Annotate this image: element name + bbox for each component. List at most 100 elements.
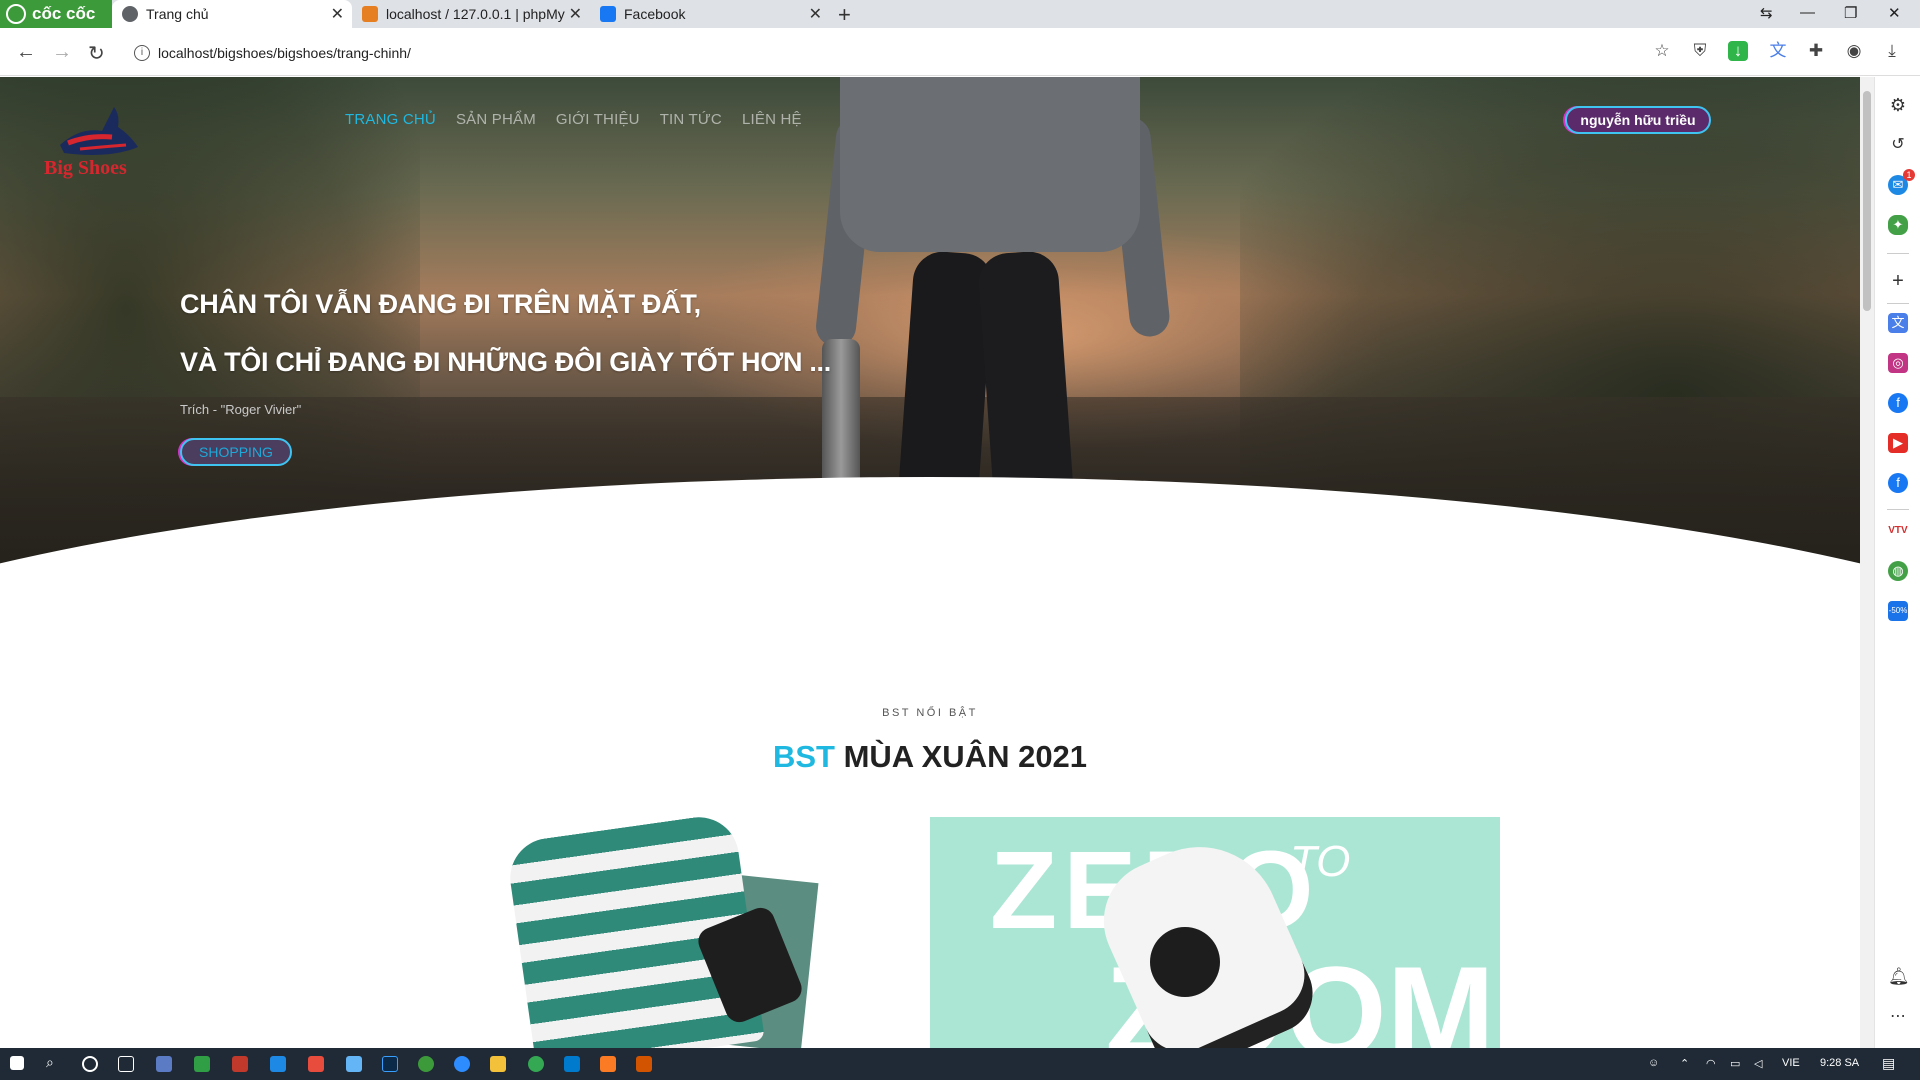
restore-button[interactable]: ❐ xyxy=(1844,4,1857,22)
bell-icon[interactable]: 🔔︎ xyxy=(1888,967,1910,987)
volume-icon[interactable]: ◁ xyxy=(1754,1057,1762,1070)
taskbar-app-icon[interactable] xyxy=(232,1056,248,1072)
tab-search-icon[interactable]: ⇆ xyxy=(1760,4,1773,22)
logo-text: Big Shoes xyxy=(44,157,127,179)
close-icon[interactable]: ✕ xyxy=(809,4,822,24)
tab-facebook[interactable]: Facebook ✕ xyxy=(590,0,830,28)
collection-title-highlight: BST xyxy=(772,739,835,774)
people-icon[interactable]: ☺ xyxy=(1648,1057,1659,1069)
tab-trang-chu[interactable]: Trang chủ ✕ xyxy=(112,0,352,28)
back-button[interactable]: ← xyxy=(16,41,36,64)
taskbar-app-icon[interactable] xyxy=(156,1056,172,1072)
tab-title: localhost / 127.0.0.1 | phpMy xyxy=(386,6,565,22)
taskbar-app-icon[interactable] xyxy=(636,1056,652,1072)
more-icon[interactable]: ⋯ xyxy=(1888,1007,1908,1027)
nav-tin-tuc[interactable]: TIN TỨC xyxy=(660,111,722,128)
chrome-taskbar-icon[interactable] xyxy=(528,1056,544,1072)
chrome-icon[interactable]: ◍ xyxy=(1888,561,1908,581)
hero-citation: Trích - "Roger Vivier" xyxy=(180,402,302,417)
zoom-app-icon[interactable] xyxy=(454,1056,470,1072)
browser-brand[interactable]: cốc cốc xyxy=(0,0,112,28)
downloads-icon[interactable]: ⤓ xyxy=(1882,41,1902,61)
task-view-icon[interactable] xyxy=(118,1056,134,1072)
close-icon[interactable]: ✕ xyxy=(331,4,344,24)
new-tab-button[interactable]: + xyxy=(838,2,851,28)
url-text: localhost/bigshoes/bigshoes/trang-chinh/ xyxy=(158,45,411,61)
download-manager-icon[interactable]: ↓ xyxy=(1728,41,1748,61)
minimize-button[interactable]: — xyxy=(1800,4,1815,21)
battery-icon[interactable]: ▭ xyxy=(1730,1057,1740,1070)
vscode-icon[interactable] xyxy=(564,1056,580,1072)
file-explorer-icon[interactable] xyxy=(490,1056,506,1072)
tab-bar: cốc cốc Trang chủ ✕ localhost / 127.0.0.… xyxy=(0,0,1920,28)
chevron-up-icon[interactable]: ⌃ xyxy=(1680,1057,1689,1070)
vtv-icon[interactable]: VTV xyxy=(1888,521,1908,541)
tiki-icon[interactable]: -50% xyxy=(1888,601,1908,621)
reload-button[interactable]: ↻ xyxy=(88,41,105,66)
translate-icon[interactable]: 文 xyxy=(1768,41,1788,61)
notification-badge: 1 xyxy=(1903,169,1915,181)
nav-san-pham[interactable]: SẢN PHẨM xyxy=(456,111,536,128)
gear-icon[interactable]: ⚙ xyxy=(1888,95,1908,115)
browser-brand-label: cốc cốc xyxy=(32,4,96,23)
user-account-button[interactable]: nguyễn hữu triều xyxy=(1565,106,1711,134)
plus-icon[interactable]: + xyxy=(1888,271,1908,291)
coccoc-logo-icon xyxy=(6,4,26,24)
collection-title: BST MÙA XUÂN 2021 xyxy=(0,739,1860,775)
facebook-icon[interactable]: f xyxy=(1888,393,1908,413)
photoshop-icon[interactable] xyxy=(382,1056,398,1072)
shield-icon[interactable]: ⛨ xyxy=(1690,41,1710,61)
instagram-icon[interactable]: ◎ xyxy=(1888,353,1908,373)
main-nav: TRANG CHỦ SẢN PHẨM GIỚI THIỆU TIN TỨC LI… xyxy=(345,111,802,128)
extensions-icon[interactable]: ✚ xyxy=(1806,41,1826,61)
history-icon[interactable]: ↺ xyxy=(1888,135,1908,155)
promo-word-to: TO xyxy=(1290,837,1351,886)
url-input[interactable]: i localhost/bigshoes/bigshoes/trang-chin… xyxy=(126,37,1726,69)
game-icon[interactable]: ✦ xyxy=(1888,215,1908,235)
search-icon[interactable]: ⌕ xyxy=(46,1054,54,1071)
xampp-icon[interactable] xyxy=(600,1056,616,1072)
tab-title: Facebook xyxy=(624,6,686,22)
windows-start-icon[interactable] xyxy=(10,1056,24,1070)
taskbar-app-icon[interactable] xyxy=(270,1056,286,1072)
page-scrollbar[interactable] xyxy=(1860,77,1874,1048)
taskbar-app-icon[interactable] xyxy=(308,1056,324,1072)
wifi-icon[interactable]: ◠ xyxy=(1706,1057,1716,1070)
nav-lien-he[interactable]: LIÊN HỆ xyxy=(742,111,802,128)
forward-button[interactable]: → xyxy=(52,41,72,64)
shopping-button[interactable]: SHOPPING xyxy=(180,438,292,466)
address-bar: ← → ↻ i localhost/bigshoes/bigshoes/tran… xyxy=(0,28,1920,76)
page-viewport: Big Shoes TRANG CHỦ SẢN PHẨM GIỚI THIỆU … xyxy=(0,77,1860,1048)
phpmyadmin-icon xyxy=(362,6,378,22)
close-icon[interactable]: ✕ xyxy=(569,4,582,24)
close-window-button[interactable]: ✕ xyxy=(1888,4,1901,22)
facebook-icon xyxy=(600,6,616,22)
notification-center-icon[interactable]: ▤ xyxy=(1882,1055,1895,1072)
collection-title-rest: MÙA XUÂN 2021 xyxy=(834,739,1088,774)
hero-photo xyxy=(840,77,1140,252)
profile-icon[interactable]: ◉ xyxy=(1844,41,1864,61)
taskbar-app-icon[interactable] xyxy=(346,1056,362,1072)
taskbar-app-icon[interactable] xyxy=(194,1056,210,1072)
clock[interactable]: 9:28 SA xyxy=(1820,1057,1859,1069)
tab-title: Trang chủ xyxy=(146,6,209,22)
product-image-zoom[interactable]: ZERO TO ZOOM xyxy=(930,817,1500,1048)
windows-taskbar: ⌕ ☺ ⌃ ◠ ▭ ◁ VIE 9:28 SA ▤ xyxy=(0,1048,1920,1080)
youtube-icon[interactable]: ▶ xyxy=(1888,433,1908,453)
language-indicator[interactable]: VIE xyxy=(1782,1057,1800,1069)
info-icon[interactable]: i xyxy=(134,45,150,61)
product-image-sweater[interactable] xyxy=(500,812,820,1048)
tab-phpmyadmin[interactable]: localhost / 127.0.0.1 | phpMy ✕ xyxy=(352,0,590,28)
coccoc-taskbar-icon[interactable] xyxy=(418,1056,434,1072)
scrollbar-thumb[interactable] xyxy=(1863,91,1871,311)
bookmark-star-icon[interactable]: ☆ xyxy=(1652,41,1672,61)
facebook-icon[interactable]: f xyxy=(1888,473,1908,493)
big-shoes-logo[interactable] xyxy=(40,87,150,207)
translate-icon[interactable]: 文 xyxy=(1888,313,1908,333)
cortana-icon[interactable] xyxy=(82,1056,98,1072)
nav-gioi-thieu[interactable]: GIỚI THIỆU xyxy=(556,111,640,128)
globe-icon xyxy=(122,6,138,22)
nav-trang-chu[interactable]: TRANG CHỦ xyxy=(345,111,436,128)
hero-quote-line2: VÀ TÔI CHỈ ĐANG ĐI NHỮNG ĐÔI GIÀY TỐT HƠ… xyxy=(180,347,831,377)
collection-subtitle: BST NỔI BẬT xyxy=(882,707,978,719)
